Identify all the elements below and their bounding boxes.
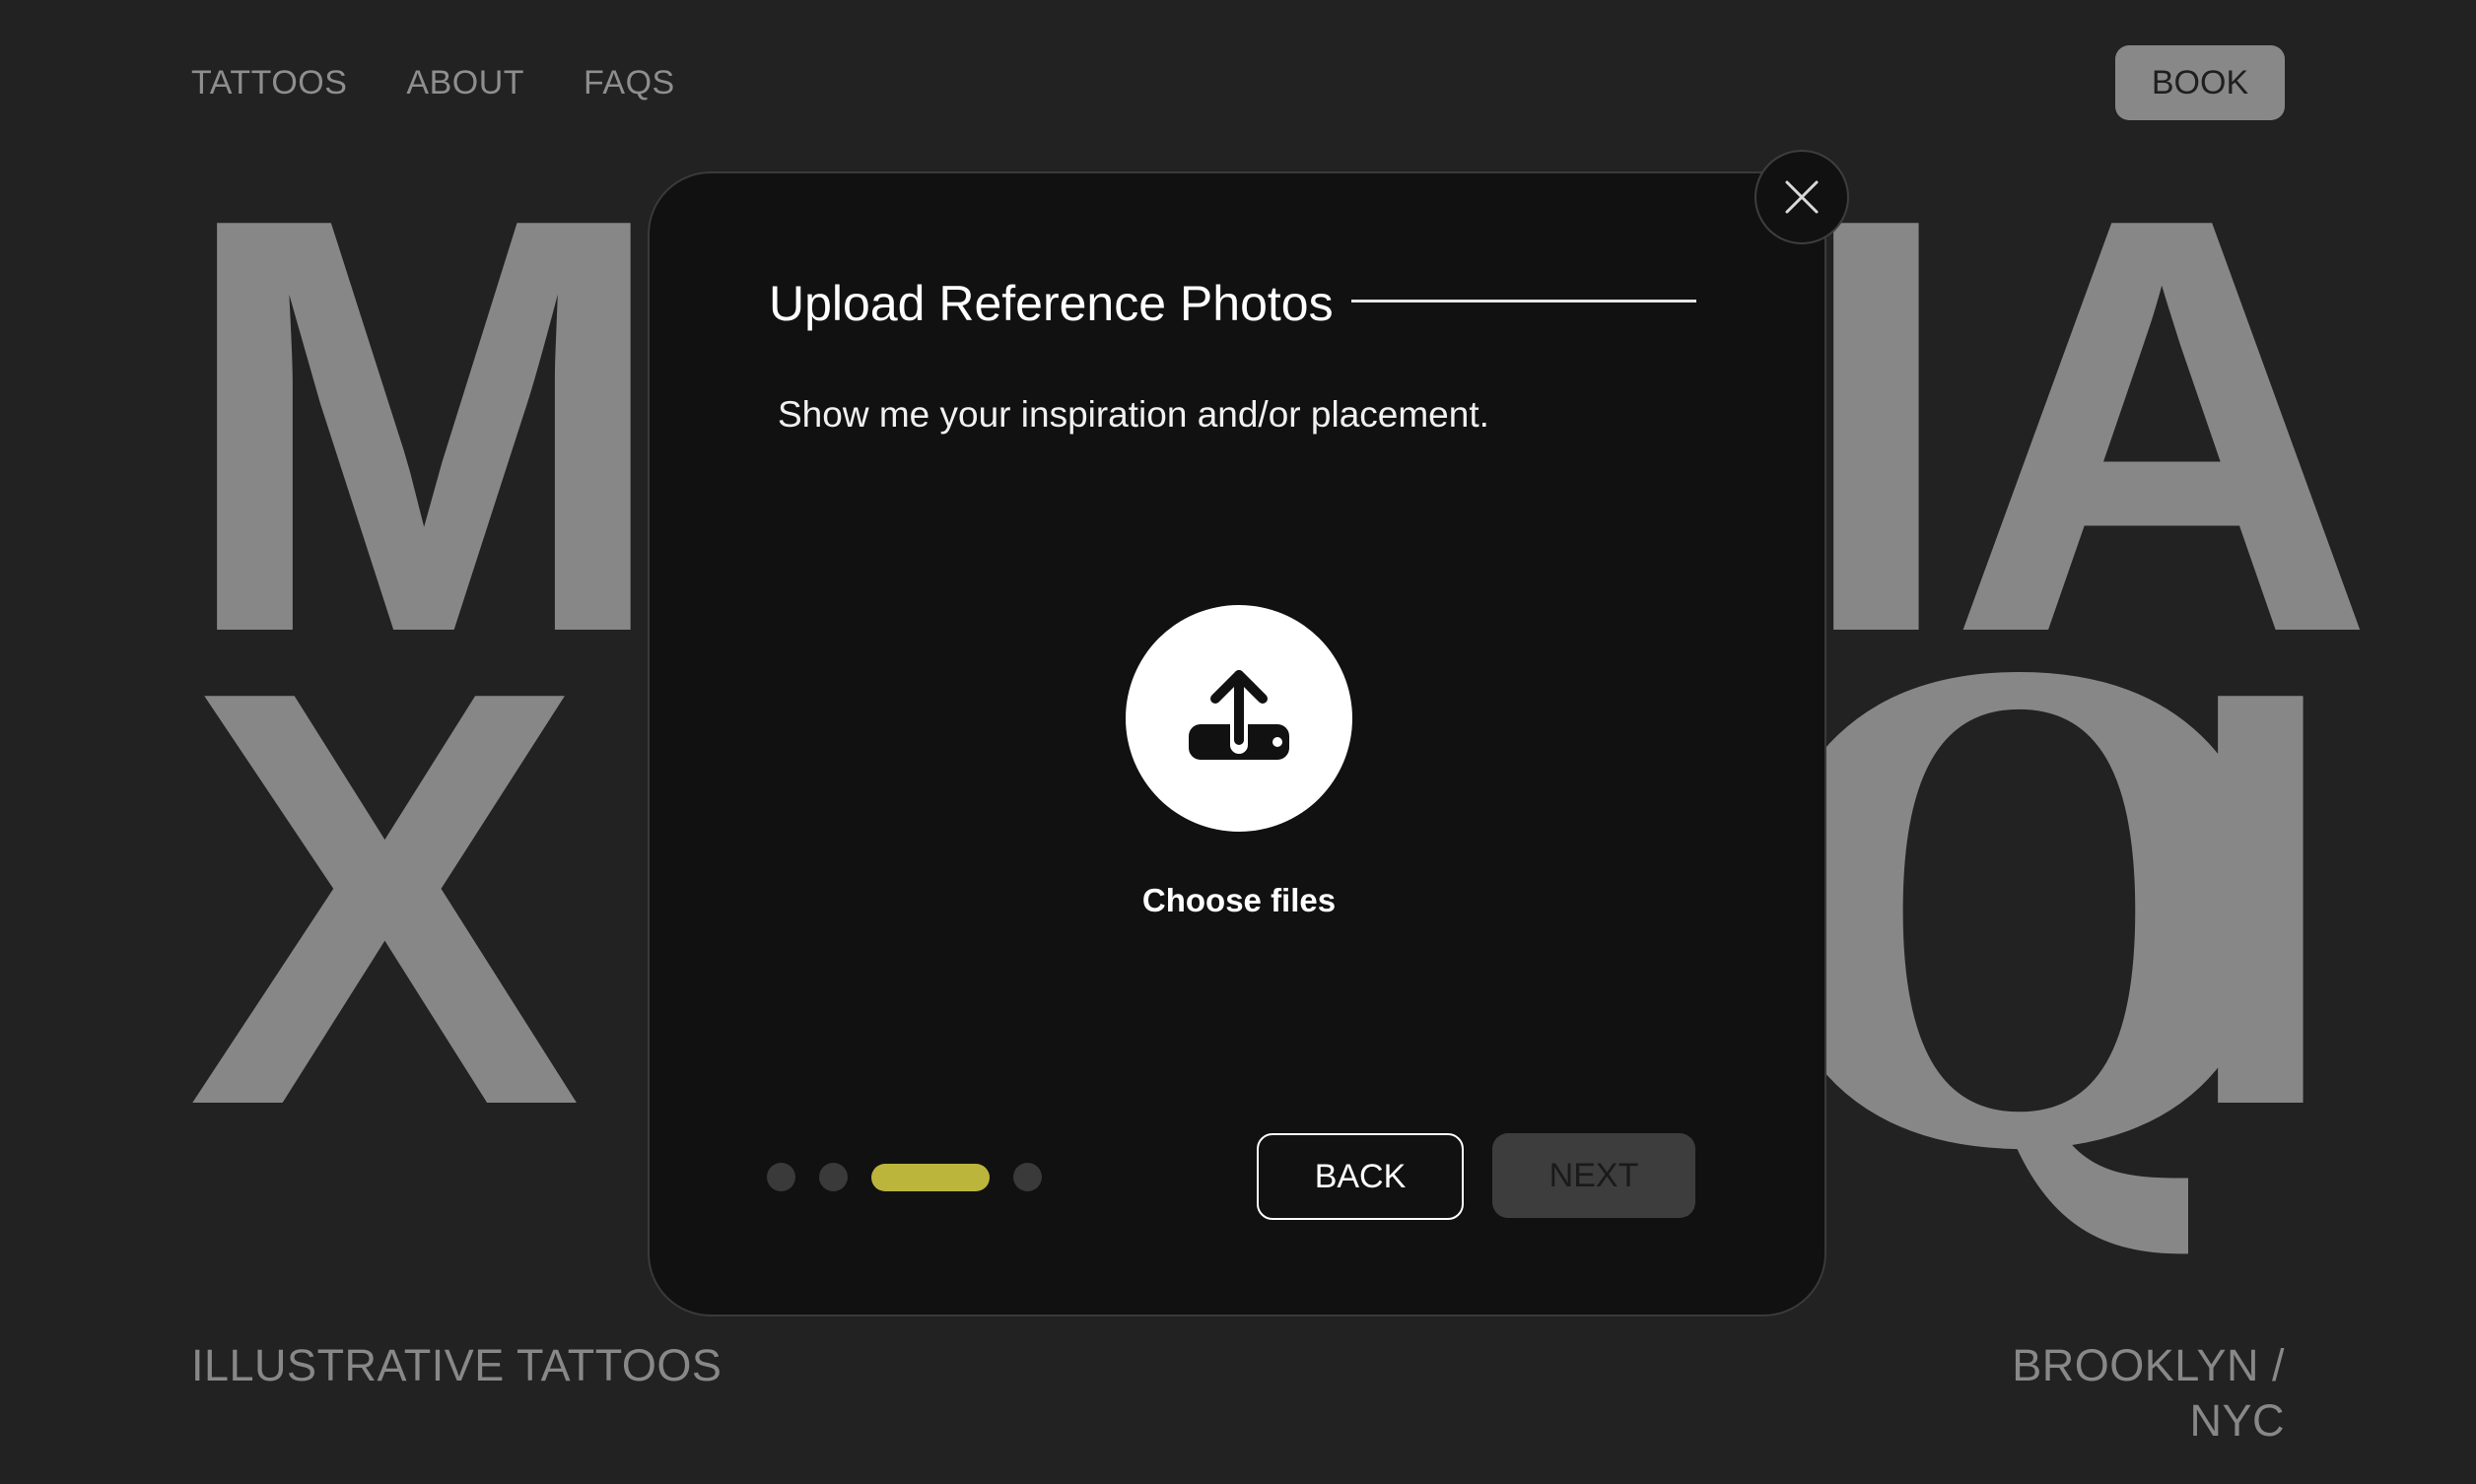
upload-modal: Upload Reference Photos Show me your ins… xyxy=(648,171,1826,1316)
close-button[interactable] xyxy=(1754,150,1849,244)
step-dot-2 xyxy=(819,1163,848,1191)
upload-icon xyxy=(1189,670,1289,760)
upload-button[interactable] xyxy=(1126,605,1352,832)
step-indicator xyxy=(767,1163,1042,1191)
hero-letter-i: I xyxy=(2178,569,2343,1229)
booking-page: M IA X Q I TATTOOS ABOUT FAQS BOOK ILLUS… xyxy=(0,0,2476,1484)
modal-subtitle: Show me your inspiration and/or placemen… xyxy=(778,394,1489,435)
modal-title: Upload Reference Photos xyxy=(769,276,1334,331)
footer-tagline: ILLUSTRATIVE TATTOOS xyxy=(191,1340,722,1390)
close-icon xyxy=(1785,180,1819,214)
footer-location: BROOKLYN / NYC xyxy=(2012,1340,2285,1446)
hero-letter-x: X xyxy=(187,569,583,1229)
choose-files-link[interactable]: Choose files xyxy=(1042,879,1436,922)
nav-link-faqs[interactable]: FAQS xyxy=(584,61,675,104)
nav-link-tattoos[interactable]: TATTOOS xyxy=(191,61,347,104)
nav-link-about[interactable]: ABOUT xyxy=(406,61,524,104)
book-button[interactable]: BOOK xyxy=(2115,45,2285,120)
step-dot-3-active xyxy=(871,1163,990,1191)
next-button[interactable]: NEXT xyxy=(1492,1133,1695,1218)
title-divider xyxy=(1351,300,1696,303)
step-dot-4 xyxy=(1013,1163,1042,1191)
top-nav: TATTOOS ABOUT FAQS xyxy=(191,61,675,104)
back-button[interactable]: BACK xyxy=(1257,1133,1464,1220)
step-dot-1 xyxy=(767,1163,795,1191)
